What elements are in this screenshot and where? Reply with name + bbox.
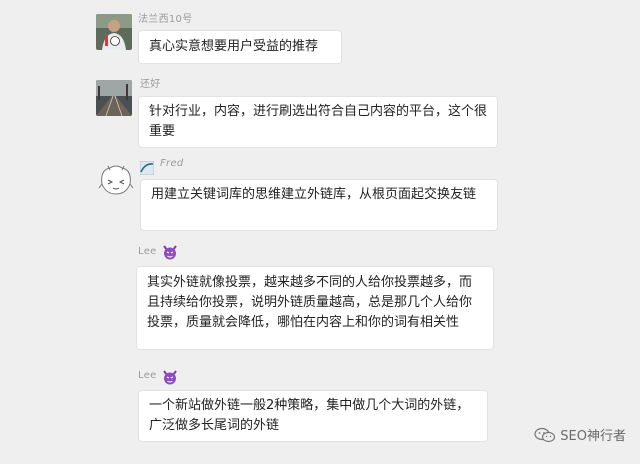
- footballer-photo-icon: [96, 14, 132, 50]
- message-bubble: 用建立关键词库的思维建立外链库，从根页面起交换友链: [140, 179, 498, 231]
- purple-devil-emoji-icon: [162, 244, 178, 260]
- message-bubble: 真心实意想要用户受益的推荐: [138, 30, 342, 64]
- sender-name: Lee: [138, 246, 157, 257]
- avatar-user-2[interactable]: [96, 80, 132, 116]
- message-bubble: 其实外链就像投票，越来越多不同的人给你投票越多，而且持续给你投票，说明外链质量越…: [136, 266, 494, 350]
- message-bubble: 针对行业，内容，进行刷选出符合自己内容的平台，这个很重要: [138, 96, 498, 148]
- doodle-face-icon: [96, 160, 136, 200]
- wechat-icon: [534, 427, 556, 442]
- purple-devil-emoji-icon: [162, 369, 178, 385]
- sender-name: Fred: [160, 158, 184, 169]
- sender-name: Lee: [138, 370, 157, 381]
- railway-track-photo-icon: [96, 80, 132, 116]
- wave-thumbnail-icon: [139, 160, 155, 176]
- sender-name: 还好: [140, 79, 161, 90]
- watermark: SEO神行者: [534, 425, 626, 444]
- watermark-text: SEO神行者: [560, 429, 626, 444]
- avatar-user-3[interactable]: [96, 160, 136, 200]
- message-bubble: 一个新站做外链一般2种策略，集中做几个大词的外链，广泛做多长尾词的外链: [138, 390, 488, 442]
- avatar-user-1[interactable]: [96, 14, 132, 50]
- fred-small-avatar: [139, 160, 155, 176]
- sender-name: 法兰西10号: [138, 14, 193, 25]
